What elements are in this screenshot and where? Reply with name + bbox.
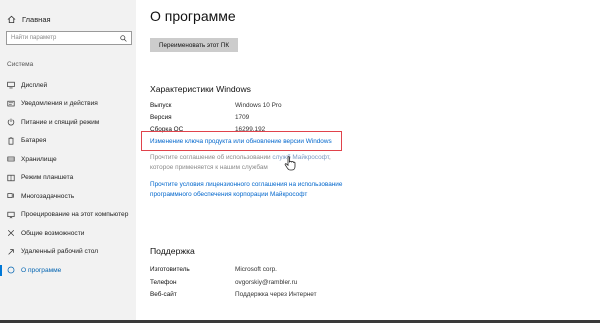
tablet-mode-icon (7, 174, 15, 181)
sidebar-item-about[interactable]: О программе (0, 261, 136, 280)
online-support-link[interactable]: Поддержка через Интернет (235, 291, 317, 298)
support-row-website: Веб-сайт Поддержка через Интернет (150, 291, 317, 298)
power-icon (7, 118, 15, 126)
page-title: О программе (150, 8, 236, 24)
license-terms-link[interactable]: Прочтите условия лицензионного соглашени… (150, 180, 350, 200)
support-value: Microsoft corp. (235, 266, 277, 273)
sidebar-item-label: Удаленный рабочий стол (21, 248, 99, 256)
storage-icon (7, 156, 15, 162)
spec-key: Выпуск (150, 102, 172, 109)
sidebar-item-label: Хранилище (21, 155, 57, 163)
support-value: ovgorskiy@rambler.ru (235, 279, 298, 286)
sidebar-item-multitasking[interactable]: Многозадачность (0, 187, 136, 206)
main-content: О программе Переименовать этот ПК Характ… (141, 0, 600, 323)
support-row-phone: Телефон ovgorskiy@rambler.ru (150, 279, 297, 286)
sidebar-item-label: Уведомления и действия (21, 100, 98, 108)
sidebar-nav: Дисплей Уведомления и действия Питание и… (0, 76, 136, 280)
battery-icon (8, 137, 14, 145)
sidebar-item-label: Питание и спящий режим (21, 118, 100, 126)
sidebar-item-storage[interactable]: Хранилище (0, 150, 136, 169)
notifications-icon (7, 100, 15, 107)
remote-desktop-icon (8, 248, 14, 255)
sidebar-item-power[interactable]: Питание и спящий режим (0, 113, 136, 132)
spec-value: Windows 10 Pro (235, 102, 282, 109)
home-icon (7, 15, 16, 23)
sidebar-item-display[interactable]: Дисплей (0, 76, 136, 95)
search-icon (120, 34, 127, 42)
sidebar-item-label: Многозадачность (21, 192, 75, 200)
microsoft-services-link[interactable]: служб Майкрософт (272, 154, 329, 161)
home-label: Главная (22, 14, 51, 24)
spec-row-version: Версия 1709 (150, 114, 249, 121)
projecting-icon (7, 211, 15, 219)
sidebar-item-notifications[interactable]: Уведомления и действия (0, 95, 136, 114)
spec-row-edition: Выпуск Windows 10 Pro (150, 102, 282, 109)
sidebar-item-label: О программе (21, 266, 62, 274)
services-agreement-note: Прочтите соглашение об использовании слу… (150, 153, 350, 173)
sidebar-item-projecting[interactable]: Проецирование на этот компьютер (0, 206, 136, 225)
home-link[interactable]: Главная (7, 12, 51, 26)
shared-experiences-icon (7, 230, 15, 237)
sidebar-item-label: Дисплей (21, 81, 48, 89)
rename-pc-button[interactable]: Переименовать этот ПК (150, 38, 238, 52)
sidebar-item-battery[interactable]: Батарея (0, 132, 136, 151)
section-label-system: Система (7, 61, 34, 68)
search-input[interactable]: Найти параметр (6, 31, 132, 45)
display-icon (7, 82, 15, 89)
sidebar-item-shared-experiences[interactable]: Общие возможности (0, 224, 136, 243)
sidebar-item-label: Батарея (21, 137, 47, 145)
hand-cursor-icon (284, 156, 296, 171)
services-note-text: Прочтите соглашение об использовании (150, 154, 273, 161)
change-product-key-link[interactable]: Изменение ключа продукта или обновление … (150, 138, 350, 145)
sidebar-item-remote-desktop[interactable]: Удаленный рабочий стол (0, 243, 136, 262)
support-row-manufacturer: Изготовитель Microsoft corp. (150, 266, 277, 273)
info-icon (7, 266, 15, 274)
sidebar: Главная Найти параметр Система Дисплей У… (0, 0, 136, 323)
support-key: Веб-сайт (150, 291, 177, 298)
support-key: Изготовитель (150, 266, 190, 273)
sidebar-item-tablet-mode[interactable]: Режим планшета (0, 169, 136, 188)
spec-value: 1709 (235, 114, 250, 121)
sidebar-item-label: Режим планшета (21, 174, 74, 182)
sidebar-item-label: Проецирование на этот компьютер (21, 211, 129, 219)
spec-key: Версия (150, 114, 172, 121)
sidebar-item-label: Общие возможности (21, 229, 85, 237)
support-heading: Поддержка (150, 246, 195, 256)
windows-specs-heading: Характеристики Windows (150, 84, 251, 94)
support-key: Телефон (150, 279, 177, 286)
multitasking-icon (7, 193, 14, 199)
search-placeholder: Найти параметр (11, 35, 57, 41)
